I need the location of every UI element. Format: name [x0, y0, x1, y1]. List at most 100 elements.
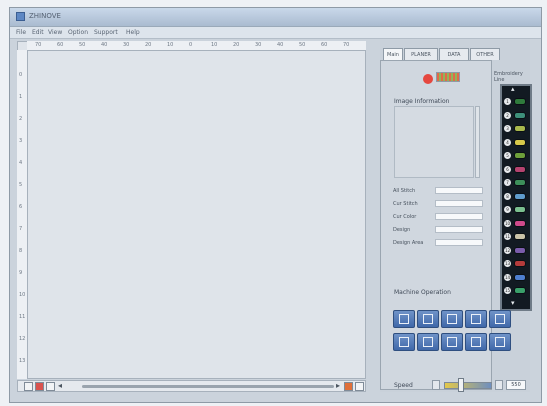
speed-slider-handle[interactable] [458, 378, 464, 392]
mc-button-9[interactable] [465, 333, 487, 351]
cur-color-label: Cur Color [393, 214, 417, 220]
ruler-v-tick: 7 [19, 226, 23, 232]
needle-color-swatch[interactable] [514, 273, 526, 281]
needle-number: 13 [504, 260, 511, 267]
rewind-tool-icon[interactable] [46, 382, 55, 391]
ruler-v-tick: 3 [19, 138, 23, 144]
speed-label: Speed [394, 382, 413, 389]
design-label: Design [393, 227, 411, 233]
ruler-h-tick: 20 [233, 42, 240, 48]
needle-row[interactable]: 15 [504, 285, 528, 296]
needle-row[interactable]: 8 [504, 191, 528, 202]
design-canvas[interactable] [17, 41, 366, 379]
needle-color-swatch[interactable] [514, 246, 526, 254]
tab-other[interactable]: OTHER [470, 48, 500, 60]
fit-tool-icon[interactable] [355, 382, 364, 391]
needle-color-swatch[interactable] [514, 219, 526, 227]
mc-button-2[interactable] [417, 310, 439, 328]
speed-slider[interactable] [444, 382, 492, 389]
mc-button-4[interactable] [465, 310, 487, 328]
ruler-h-tick: 50 [299, 42, 306, 48]
stitch-progress-scrollbar[interactable] [82, 385, 334, 388]
ruler-v-tick: 8 [19, 248, 23, 254]
ruler-v-tick: 5 [19, 182, 23, 188]
ruler-h-tick: 70 [35, 42, 42, 48]
menu-bar: File Edit View Option Support Help [10, 27, 541, 39]
needle-color-swatch[interactable] [514, 260, 526, 267]
mc-button-3[interactable] [441, 310, 463, 328]
needle-number: 12 [504, 246, 511, 254]
needle-color-swatch[interactable] [514, 138, 526, 146]
tab-data[interactable]: DATA [439, 48, 469, 60]
image-information-box [394, 106, 474, 178]
tab-planer[interactable]: PLANER [404, 48, 438, 60]
needle-row[interactable]: 13 [504, 258, 528, 269]
menu-help[interactable]: Help [126, 29, 140, 36]
vertical-ruler: 0 1 2 3 4 5 6 7 8 9 10 11 12 13 [17, 50, 28, 379]
design-area-field [435, 239, 483, 246]
needle-color-swatch[interactable] [514, 179, 526, 186]
needle-number: 11 [504, 233, 511, 240]
needle-number: 9 [504, 206, 511, 213]
ruler-v-tick: 4 [19, 160, 23, 166]
ruler-h-tick: 30 [123, 42, 130, 48]
mc-button-5[interactable] [489, 310, 511, 328]
needle-color-swatch[interactable] [514, 233, 526, 240]
needle-color-swatch[interactable] [514, 206, 526, 213]
mc-button-7[interactable] [417, 333, 439, 351]
needle-color-swatch[interactable] [514, 125, 526, 132]
needle-color-swatch[interactable] [514, 98, 526, 105]
menu-view[interactable]: View [48, 29, 62, 36]
mc-button-6[interactable] [393, 333, 415, 351]
run-tool-icon[interactable] [344, 382, 353, 391]
speed-increase-button[interactable] [495, 380, 503, 390]
speed-decrease-button[interactable] [432, 380, 440, 390]
ruler-h-tick: 70 [343, 42, 350, 48]
scroll-left-icon[interactable]: ◂ [58, 381, 62, 391]
mc-button-8[interactable] [441, 333, 463, 351]
menu-support[interactable]: Support [94, 29, 118, 36]
menu-edit[interactable]: Edit [32, 29, 44, 36]
scroll-right-icon[interactable]: ▸ [336, 381, 340, 391]
cur-color-field [435, 213, 483, 220]
needle-scroll-down-icon[interactable]: ▾ [511, 299, 515, 307]
needle-color-swatch[interactable] [514, 287, 526, 294]
ruler-v-tick: 12 [19, 336, 26, 342]
needle-row[interactable]: 5 [504, 150, 528, 161]
ruler-v-tick: 9 [19, 270, 23, 276]
ruler-v-tick: 10 [19, 292, 26, 298]
info-scrollbar[interactable] [475, 106, 480, 178]
stop-tool-icon[interactable] [35, 382, 44, 391]
needle-row[interactable]: 9 [504, 204, 528, 215]
needle-row[interactable]: 6 [504, 164, 528, 175]
canvas-toolbar: ◂ ▸ [17, 380, 366, 392]
needle-number: 1 [504, 98, 511, 105]
needle-number: 4 [504, 138, 511, 146]
needle-row[interactable]: 7 [504, 177, 528, 188]
ruler-h-tick: 60 [57, 42, 64, 48]
ruler-h-tick: 10 [211, 42, 218, 48]
needle-row[interactable]: 12 [504, 245, 528, 256]
menu-option[interactable]: Option [68, 29, 88, 36]
needle-row[interactable]: 3 [504, 123, 528, 134]
mc-button-10[interactable] [489, 333, 511, 351]
horizontal-ruler: 70 60 50 40 30 20 10 0 10 20 30 40 50 60… [27, 41, 366, 51]
select-tool-icon[interactable] [24, 382, 33, 391]
needle-color-swatch[interactable] [514, 152, 526, 159]
needle-row[interactable]: 4 [504, 137, 528, 148]
needle-color-swatch[interactable] [514, 111, 526, 119]
menu-file[interactable]: File [16, 29, 26, 36]
needle-row[interactable]: 1 [504, 96, 528, 107]
needle-row[interactable]: 10 [504, 218, 528, 229]
needle-row[interactable]: 14 [504, 272, 528, 283]
ruler-h-tick: 40 [101, 42, 108, 48]
needle-number: 6 [504, 165, 511, 173]
mc-button-1[interactable] [393, 310, 415, 328]
tab-main[interactable]: Main [383, 48, 403, 60]
design-field [435, 226, 483, 233]
needle-row[interactable]: 2 [504, 110, 528, 121]
needle-scroll-up-icon[interactable]: ▴ [511, 85, 515, 93]
needle-row[interactable]: 11 [504, 231, 528, 242]
needle-color-swatch[interactable] [514, 192, 526, 200]
needle-color-swatch[interactable] [514, 165, 526, 173]
